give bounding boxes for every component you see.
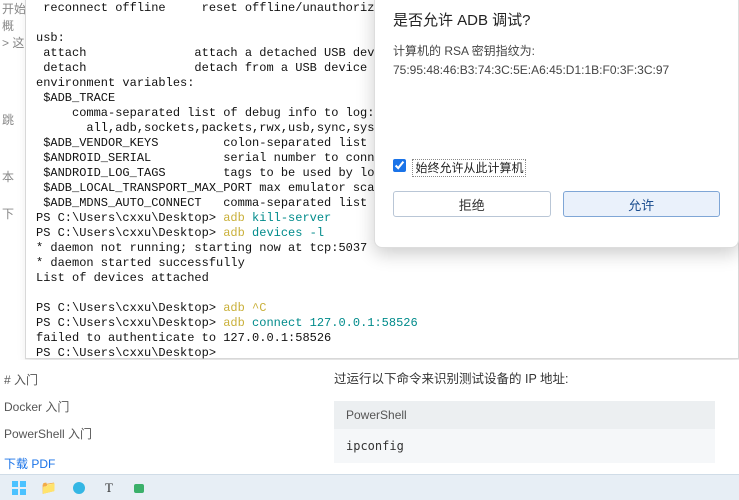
- always-allow-label[interactable]: 始终允许从此计算机: [412, 159, 526, 177]
- nav-item-powershell[interactable]: PowerShell 入门: [0, 420, 310, 447]
- deny-button[interactable]: 拒绝: [393, 191, 551, 217]
- page-sidebar-fragment: 开始 概 > 这 跳 本 下: [0, 0, 25, 360]
- dialog-title: 是否允许 ADB 调试?: [393, 9, 720, 30]
- always-allow-checkbox[interactable]: [393, 159, 406, 172]
- windows-taskbar[interactable]: 📁 T: [0, 474, 739, 500]
- android-icon[interactable]: [126, 478, 152, 498]
- start-icon[interactable]: [6, 478, 32, 498]
- text-app-icon[interactable]: T: [96, 478, 122, 498]
- explorer-icon[interactable]: 📁: [36, 478, 62, 498]
- adb-debug-dialog: 是否允许 ADB 调试? 计算机的 RSA 密钥指纹为: 75:95:48:46…: [374, 0, 739, 248]
- nav-item-intro[interactable]: # 入门: [0, 366, 310, 393]
- doc-paragraph: 过运行以下命令来识别测试设备的 IP 地址:: [334, 368, 715, 387]
- code-block-body: ipconfig: [334, 429, 715, 463]
- code-block-header: PowerShell: [334, 401, 715, 429]
- dialog-subtitle: 计算机的 RSA 密钥指纹为:: [393, 42, 720, 59]
- nav-item-docker[interactable]: Docker 入门: [0, 393, 310, 420]
- doc-sidebar: # 入门 Docker 入门 PowerShell 入门 下载 PDF: [0, 360, 310, 480]
- edge-icon[interactable]: [66, 478, 92, 498]
- allow-button[interactable]: 允许: [563, 191, 721, 217]
- doc-content: 过运行以下命令来识别测试设备的 IP 地址: PowerShell ipconf…: [310, 360, 739, 480]
- rsa-fingerprint: 75:95:48:46:B3:74:3C:5E:A6:45:D1:1B:F0:3…: [393, 63, 720, 77]
